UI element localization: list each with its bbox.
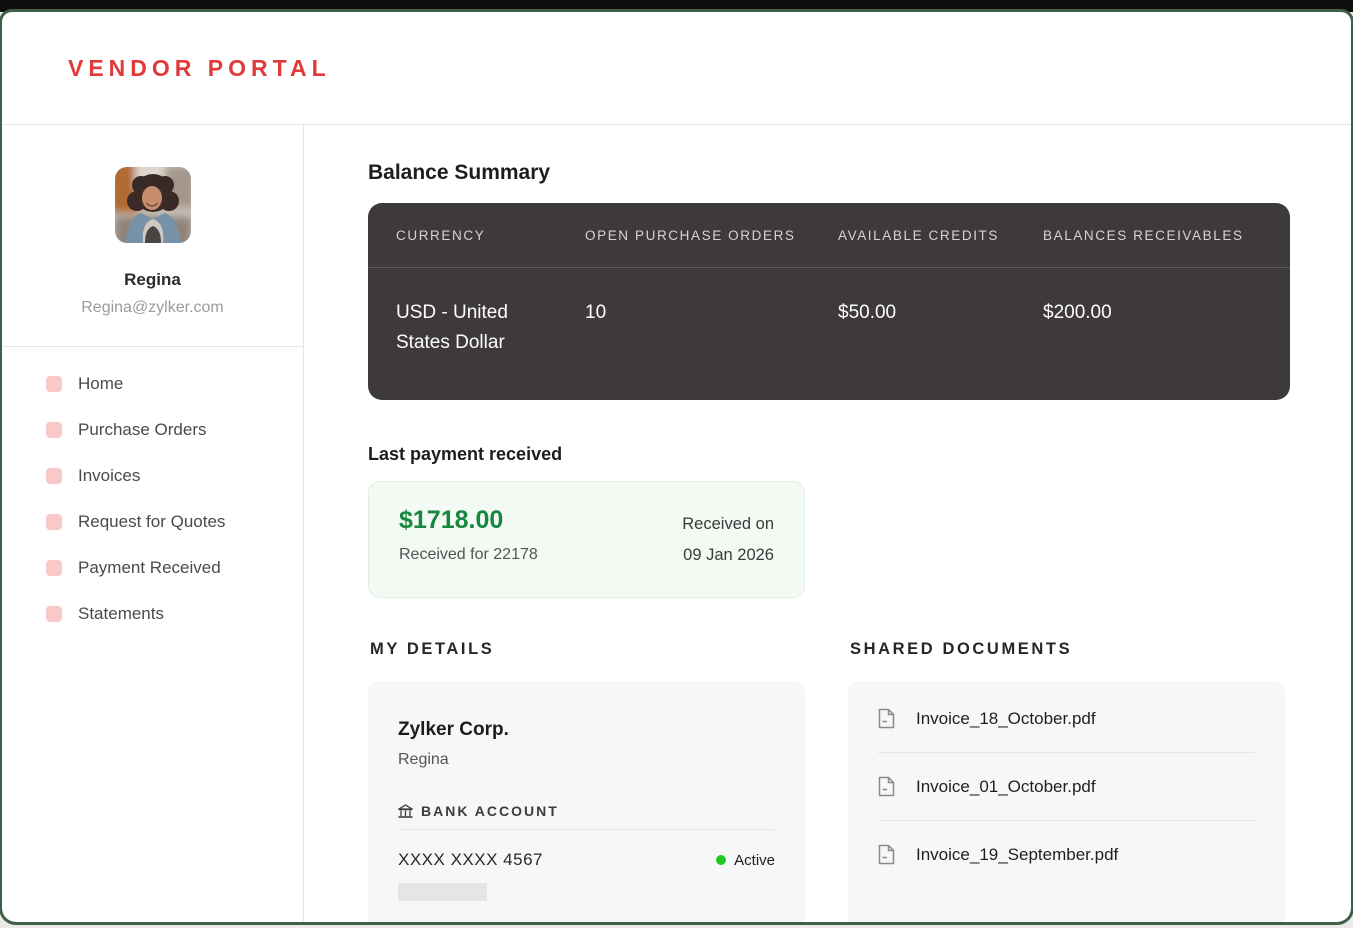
balance-table-rows: USD - United States Dollar 10$50.00$200.0…: [368, 268, 1290, 400]
account-number: XXXX XXXX 4567: [398, 850, 543, 870]
main-content: Balance Summary CURRENCYOPEN PURCHASE OR…: [304, 125, 1290, 922]
company-name: Zylker Corp.: [398, 719, 775, 741]
column-header-balances-receivables: BALANCES RECEIVABLES: [1043, 228, 1262, 243]
payment-received-on-label: Received on: [682, 509, 774, 540]
table-cell: $200.00: [1043, 298, 1262, 358]
nav-bullet-icon: [46, 468, 62, 484]
loading-placeholder: [398, 883, 487, 901]
user-name: Regina: [2, 270, 303, 290]
column-header-currency: CURRENCY: [396, 228, 585, 243]
contact-name: Regina: [398, 751, 775, 769]
document-name: Invoice_19_September.pdf: [916, 845, 1118, 865]
app-title: VENDOR PORTAL: [68, 55, 331, 82]
vendor-portal-window: VENDOR PORTAL: [2, 12, 1351, 922]
document-name: Invoice_01_October.pdf: [916, 777, 1096, 797]
user-email: Regina@zylker.com: [2, 299, 303, 317]
sidebar-item-purchase-orders[interactable]: Purchase Orders: [2, 407, 303, 453]
nav-bullet-icon: [46, 514, 62, 530]
column-header-available-credits: AVAILABLE CREDITS: [838, 228, 1043, 243]
bank-icon: [398, 804, 413, 819]
file-icon: [878, 776, 895, 797]
shared-documents-card: Invoice_18_October.pdf Invoice_01_Octobe…: [848, 681, 1285, 922]
document-name: Invoice_18_October.pdf: [916, 709, 1096, 729]
sidebar-item-home[interactable]: Home: [2, 361, 303, 407]
sidebar-item-label: Request for Quotes: [78, 512, 225, 532]
payment-amount: $1718.00: [399, 506, 538, 535]
table-cell: USD - United States Dollar: [396, 298, 546, 358]
document-item-invoice-01-october-pdf[interactable]: Invoice_01_October.pdf: [878, 752, 1255, 820]
nav-bullet-icon: [46, 560, 62, 576]
payment-received-on-date: 09 Jan 2026: [682, 540, 774, 571]
sidebar-item-label: Payment Received: [78, 558, 221, 578]
my-details-card: Zylker Corp. Regina: [368, 681, 805, 922]
status-badge: Active: [716, 852, 775, 869]
sidebar-nav: Home Purchase Orders Invoices Request for Q…: [2, 347, 303, 637]
last-payment-card: $1718.00 Received for 22178 Received on …: [368, 481, 805, 598]
sidebar-item-label: Home: [78, 374, 123, 394]
divider: [398, 829, 775, 830]
sidebar-item-label: Statements: [78, 604, 164, 624]
balance-summary-title: Balance Summary: [368, 161, 1290, 185]
file-icon: [878, 708, 895, 729]
app-header: VENDOR PORTAL: [2, 12, 1351, 125]
bank-account-label: BANK ACCOUNT: [421, 803, 559, 819]
sidebar-item-label: Invoices: [78, 466, 140, 486]
active-dot-icon: [716, 855, 726, 865]
shared-documents-title: SHARED DOCUMENTS: [850, 640, 1285, 659]
file-icon: [878, 844, 895, 865]
sidebar: Regina Regina@zylker.com Home Purchase Or…: [2, 125, 304, 922]
sidebar-item-label: Purchase Orders: [78, 420, 207, 440]
balance-table-header: CURRENCYOPEN PURCHASE ORDERSAVAILABLE CR…: [368, 203, 1290, 268]
document-item-invoice-18-october-pdf[interactable]: Invoice_18_October.pdf: [848, 685, 1285, 752]
document-item-invoice-19-september-pdf[interactable]: Invoice_19_September.pdf: [878, 820, 1255, 888]
table-cell: 10: [585, 298, 838, 358]
table-row: USD - United States Dollar 10$50.00$200.0…: [368, 268, 1290, 400]
balance-summary-table: CURRENCYOPEN PURCHASE ORDERSAVAILABLE CR…: [368, 203, 1290, 400]
nav-bullet-icon: [46, 376, 62, 392]
payment-received-for: Received for 22178: [399, 546, 538, 564]
sidebar-item-payment-received[interactable]: Payment Received: [2, 545, 303, 591]
status-label: Active: [734, 852, 775, 869]
sidebar-item-request-for-quotes[interactable]: Request for Quotes: [2, 499, 303, 545]
user-profile: Regina Regina@zylker.com: [2, 125, 303, 347]
user-avatar: [115, 167, 191, 243]
sidebar-item-statements[interactable]: Statements: [2, 591, 303, 637]
my-details-title: MY DETAILS: [370, 640, 805, 659]
column-header-open-purchase-orders: OPEN PURCHASE ORDERS: [585, 228, 838, 243]
table-cell: $50.00: [838, 298, 1043, 358]
nav-bullet-icon: [46, 422, 62, 438]
last-payment-title: Last payment received: [368, 444, 1290, 465]
sidebar-item-invoices[interactable]: Invoices: [2, 453, 303, 499]
nav-bullet-icon: [46, 606, 62, 622]
